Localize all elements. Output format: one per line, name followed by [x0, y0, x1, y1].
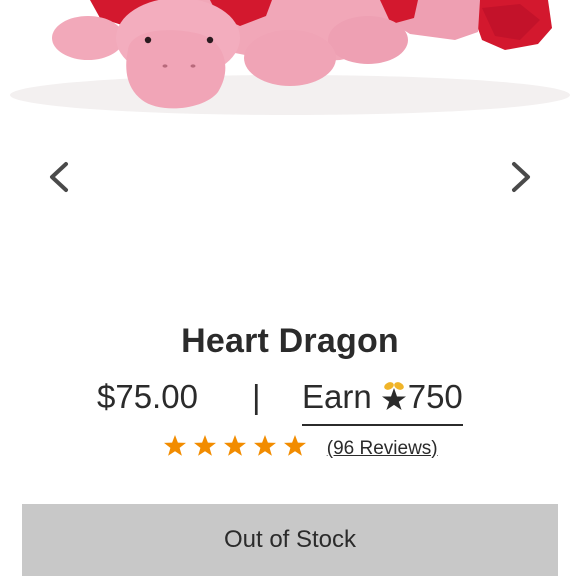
reward-points: 750 — [407, 378, 463, 415]
reward-star-icon — [381, 382, 406, 410]
star-icon — [193, 435, 216, 456]
out-of-stock-button[interactable]: Out of Stock — [22, 504, 558, 576]
carousel-next-button[interactable] — [504, 158, 538, 196]
star-rating — [163, 434, 308, 463]
chevron-right-icon — [512, 162, 530, 192]
earn-rewards-link[interactable]: Earn 750 — [302, 378, 463, 426]
star-icon — [223, 435, 246, 456]
product-price: $75.00 — [97, 378, 198, 415]
price-row: $75.00 | Earn 750 — [0, 378, 580, 426]
carousel-prev-button[interactable] — [42, 158, 76, 196]
star-icon — [164, 435, 186, 456]
earn-label: Earn — [302, 378, 372, 415]
chevron-left-icon — [50, 162, 68, 192]
price-separator: | — [252, 378, 261, 415]
product-image — [0, 0, 580, 300]
rating-row: (96 Reviews) — [163, 434, 438, 462]
star-icon — [253, 435, 276, 456]
reviews-link[interactable]: (96 Reviews) — [327, 438, 438, 460]
product-title: Heart Dragon — [181, 322, 399, 360]
star-icon — [283, 435, 306, 456]
